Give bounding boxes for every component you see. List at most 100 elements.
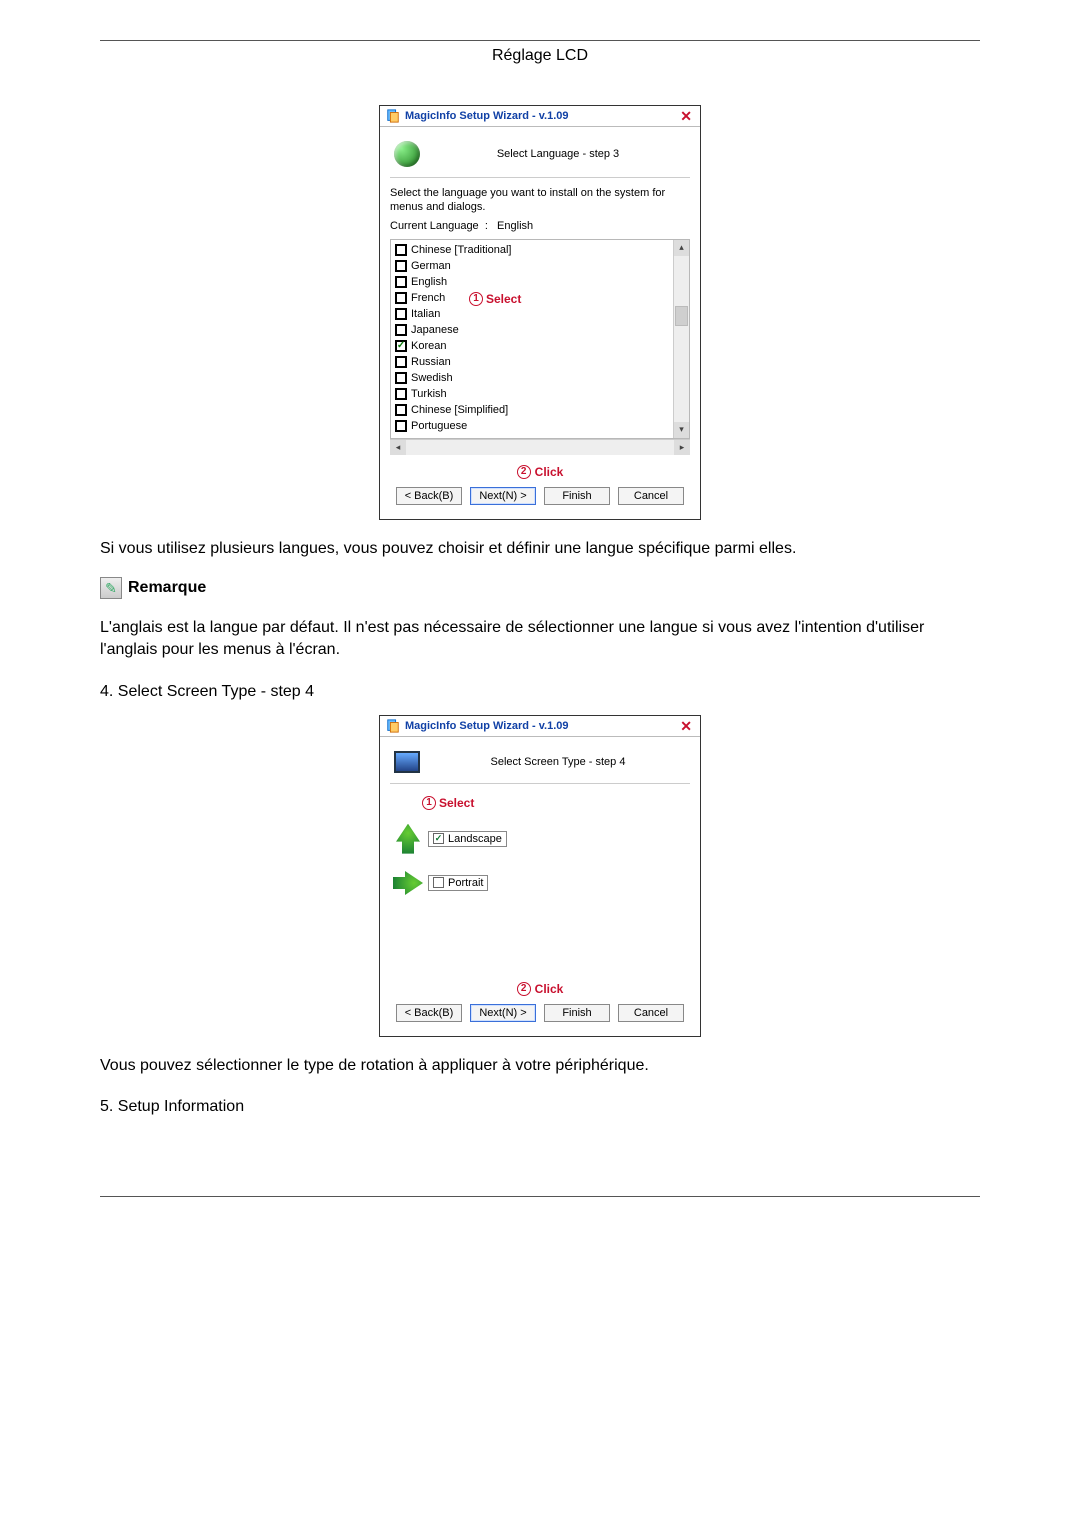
- finish-button[interactable]: Finish: [544, 1004, 610, 1022]
- cancel-button[interactable]: Cancel: [618, 487, 684, 505]
- current-language-label: Current Language: [390, 220, 479, 232]
- paragraph-3: Vous pouvez sélectionner le type de rota…: [100, 1055, 980, 1077]
- language-checkbox[interactable]: [395, 388, 407, 400]
- button-row: < Back(B) Next(N) > Finish Cancel: [390, 1002, 690, 1026]
- page-title: Réglage LCD: [100, 47, 980, 65]
- language-checkbox[interactable]: [395, 324, 407, 336]
- language-label: Portuguese: [411, 420, 467, 432]
- language-checkbox[interactable]: [395, 244, 407, 256]
- remark-row: ✎ Remarque: [100, 577, 980, 599]
- portrait-label: Portrait: [448, 877, 483, 889]
- language-checkbox[interactable]: [395, 372, 407, 384]
- back-button[interactable]: < Back(B): [396, 487, 462, 505]
- click-annotation-text: Click: [535, 982, 564, 996]
- vertical-scrollbar[interactable]: ▴ ▾: [673, 240, 689, 438]
- language-list[interactable]: Chinese [Traditional] German English French…: [391, 240, 673, 438]
- paragraph-2: L'anglais est la langue par défaut. Il n…: [100, 617, 980, 660]
- scroll-up-icon[interactable]: ▴: [674, 240, 689, 256]
- globe-icon: [394, 141, 420, 167]
- current-language-row: Current Language : English: [390, 219, 690, 233]
- instruction-text: Select the language you want to install …: [390, 186, 690, 215]
- badge-1-icon: 1: [422, 796, 436, 810]
- landscape-label: Landscape: [448, 833, 502, 845]
- landscape-checkbox-wrap[interactable]: Landscape: [428, 831, 507, 847]
- option-landscape[interactable]: Landscape: [396, 824, 684, 854]
- step5-heading: 5. Setup Information: [100, 1098, 980, 1116]
- dialog2-wrap: MagicInfo Setup Wizard - v.1.09 ✕ Select…: [100, 715, 980, 1037]
- app-icon: [386, 109, 400, 123]
- language-item[interactable]: French: [395, 290, 669, 306]
- select-annotation: 1 Select: [422, 796, 474, 810]
- option-portrait[interactable]: Portrait: [396, 868, 684, 898]
- language-item[interactable]: Turkish: [395, 386, 669, 402]
- language-item[interactable]: English: [395, 274, 669, 290]
- language-item[interactable]: Chinese [Simplified]: [395, 402, 669, 418]
- next-button[interactable]: Next(N) >: [470, 487, 536, 505]
- portrait-checkbox[interactable]: [433, 877, 444, 888]
- dialog-language: MagicInfo Setup Wizard - v.1.09 ✕ Select…: [379, 105, 701, 520]
- next-button[interactable]: Next(N) >: [470, 1004, 536, 1022]
- hscroll-track[interactable]: [406, 440, 674, 455]
- close-icon[interactable]: ✕: [678, 109, 694, 123]
- divider: [390, 177, 690, 178]
- language-checkbox[interactable]: [395, 356, 407, 368]
- language-checkbox[interactable]: [395, 276, 407, 288]
- landscape-checkbox[interactable]: [433, 833, 444, 844]
- bottom-rule: [100, 1196, 980, 1197]
- titlebar: MagicInfo Setup Wizard - v.1.09 ✕: [380, 716, 700, 737]
- language-label: Japanese: [411, 324, 459, 336]
- scroll-thumb[interactable]: [675, 306, 688, 326]
- language-label: German: [411, 260, 451, 272]
- finish-button[interactable]: Finish: [544, 487, 610, 505]
- step-title: Select Language - step 3: [430, 148, 686, 160]
- horizontal-scrollbar[interactable]: ◂ ▸: [390, 439, 690, 455]
- language-checkbox[interactable]: [395, 404, 407, 416]
- language-label: Chinese [Simplified]: [411, 404, 508, 416]
- current-language-sep: :: [485, 220, 488, 232]
- divider: [390, 783, 690, 784]
- step-title: Select Screen Type - step 4: [430, 756, 686, 768]
- back-button[interactable]: < Back(B): [396, 1004, 462, 1022]
- language-checkbox[interactable]: [395, 260, 407, 272]
- language-item[interactable]: Italian: [395, 306, 669, 322]
- language-checkbox[interactable]: [395, 340, 407, 352]
- badge-2-icon: 2: [517, 982, 531, 996]
- language-item[interactable]: Portuguese: [395, 418, 669, 434]
- tree-landscape-icon: [396, 824, 420, 854]
- click-annotation: 2 Click: [390, 982, 690, 996]
- language-list-container: Chinese [Traditional] German English French…: [390, 239, 690, 439]
- language-item[interactable]: Japanese: [395, 322, 669, 338]
- window-title: MagicInfo Setup Wizard - v.1.09: [405, 720, 673, 732]
- dialog-screen-type: MagicInfo Setup Wizard - v.1.09 ✕ Select…: [379, 715, 701, 1037]
- language-item[interactable]: Chinese [Traditional]: [395, 242, 669, 258]
- dialog-body: Select Language - step 3 Select the lang…: [380, 127, 700, 519]
- scroll-left-icon[interactable]: ◂: [390, 440, 406, 455]
- current-language-value: English: [497, 220, 533, 232]
- document-page: Réglage LCD MagicInfo Setup Wizard - v.1…: [0, 0, 1080, 1257]
- language-item[interactable]: German: [395, 258, 669, 274]
- language-checkbox[interactable]: [395, 292, 407, 304]
- scroll-right-icon[interactable]: ▸: [674, 440, 690, 455]
- button-row: < Back(B) Next(N) > Finish Cancel: [390, 485, 690, 509]
- language-checkbox[interactable]: [395, 420, 407, 432]
- top-rule: [100, 40, 980, 41]
- paragraph-1: Si vous utilisez plusieurs langues, vous…: [100, 538, 980, 560]
- language-checkbox[interactable]: [395, 308, 407, 320]
- scroll-track[interactable]: [674, 256, 689, 422]
- select-annotation: 1 Select: [469, 292, 521, 306]
- language-label: Swedish: [411, 372, 453, 384]
- badge-1-icon: 1: [469, 292, 483, 306]
- portrait-checkbox-wrap[interactable]: Portrait: [428, 875, 488, 891]
- language-label: Russian: [411, 356, 451, 368]
- titlebar: MagicInfo Setup Wizard - v.1.09 ✕: [380, 106, 700, 127]
- select-annotation-text: Select: [439, 796, 474, 810]
- close-icon[interactable]: ✕: [678, 719, 694, 733]
- language-item[interactable]: Swedish: [395, 370, 669, 386]
- click-annotation-text: Click: [535, 465, 564, 479]
- language-item[interactable]: Korean: [395, 338, 669, 354]
- language-label: English: [411, 276, 447, 288]
- cancel-button[interactable]: Cancel: [618, 1004, 684, 1022]
- badge-2-icon: 2: [517, 465, 531, 479]
- language-item[interactable]: Russian: [395, 354, 669, 370]
- scroll-down-icon[interactable]: ▾: [674, 422, 689, 438]
